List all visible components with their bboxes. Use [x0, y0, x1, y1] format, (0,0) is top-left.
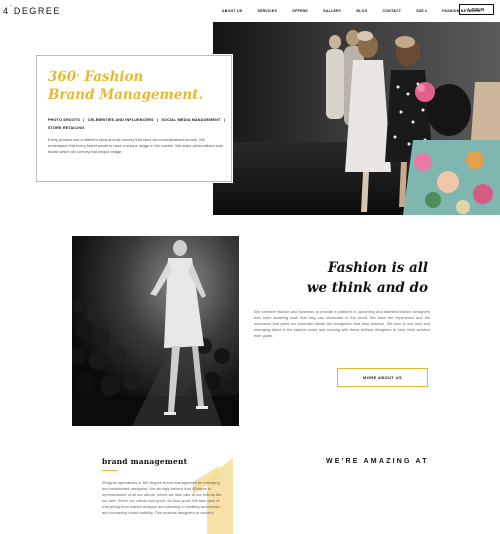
logo-number: 4 — [3, 6, 10, 16]
tag-separator: | — [223, 118, 225, 122]
tag-social-media: SOCIAL MEDIA MANAGEMENT — [161, 118, 221, 122]
brand-management-heading: brand management — [102, 457, 188, 466]
nav-size[interactable]: SZE £ — [416, 9, 427, 13]
nav-blog[interactable]: BLOG — [356, 9, 367, 13]
logo[interactable]: 4°DEGREE — [3, 5, 61, 18]
tag-celebrities: CELEBRITIES AND INFLUENCERS — [87, 118, 154, 122]
hero-tags: PHOTO SHOOTS | CELEBRITIES AND INFLUENCE… — [48, 116, 228, 132]
tag-separator: | — [83, 118, 85, 122]
runway-image — [72, 236, 239, 426]
hero-description: Every product has a different story and … — [48, 137, 223, 155]
hero-title-degree: ° — [76, 73, 80, 82]
section-heading-line1: Fashion is all — [327, 260, 428, 276]
login-button[interactable]: LOGIN — [459, 4, 494, 15]
hero-card: 360° Fashion Brand Management. PHOTO SHO… — [36, 55, 232, 182]
runway-catwalk-bw-photo — [72, 236, 239, 426]
nav-about-us[interactable]: ABOUT US — [222, 9, 242, 13]
logo-text: DEGREE — [13, 6, 61, 16]
section-body: We combine fashion and business to provi… — [254, 309, 430, 338]
section-heading: Fashion is all we think and do — [300, 258, 428, 298]
runway-models-photo — [213, 22, 500, 215]
nav-services[interactable]: SERVICES — [257, 9, 277, 13]
nav-offers[interactable]: OFFERS — [292, 9, 308, 13]
section-heading-line2: we think and do — [306, 280, 428, 296]
main-nav: ABOUT US SERVICES OFFERS GALLERY BLOG CO… — [222, 7, 481, 15]
brand-management-body: 4Degree specializes in 360 degree brand … — [102, 480, 222, 515]
nav-gallery[interactable]: GALLERY — [323, 9, 341, 13]
hero-title-line2: Brand Management. — [48, 87, 204, 103]
heading-underline — [102, 470, 118, 472]
hero-title: 360° Fashion Brand Management. — [48, 68, 203, 104]
hero-image — [213, 22, 500, 215]
amazing-at-heading: WE'RE AMAZING AT — [326, 458, 429, 465]
hero-title-number: 360 — [48, 69, 77, 85]
tag-separator: | — [156, 118, 159, 122]
tag-store-retailing: STORE RETAILING — [48, 126, 85, 130]
hero-title-line1: Fashion — [84, 69, 144, 85]
nav-contact[interactable]: CONTACT — [383, 9, 402, 13]
more-about-us-button[interactable]: MORE ABOUT US — [337, 368, 428, 387]
logo-degree: ° — [10, 5, 14, 11]
tag-photo-shoots: PHOTO SHOOTS — [48, 118, 81, 122]
